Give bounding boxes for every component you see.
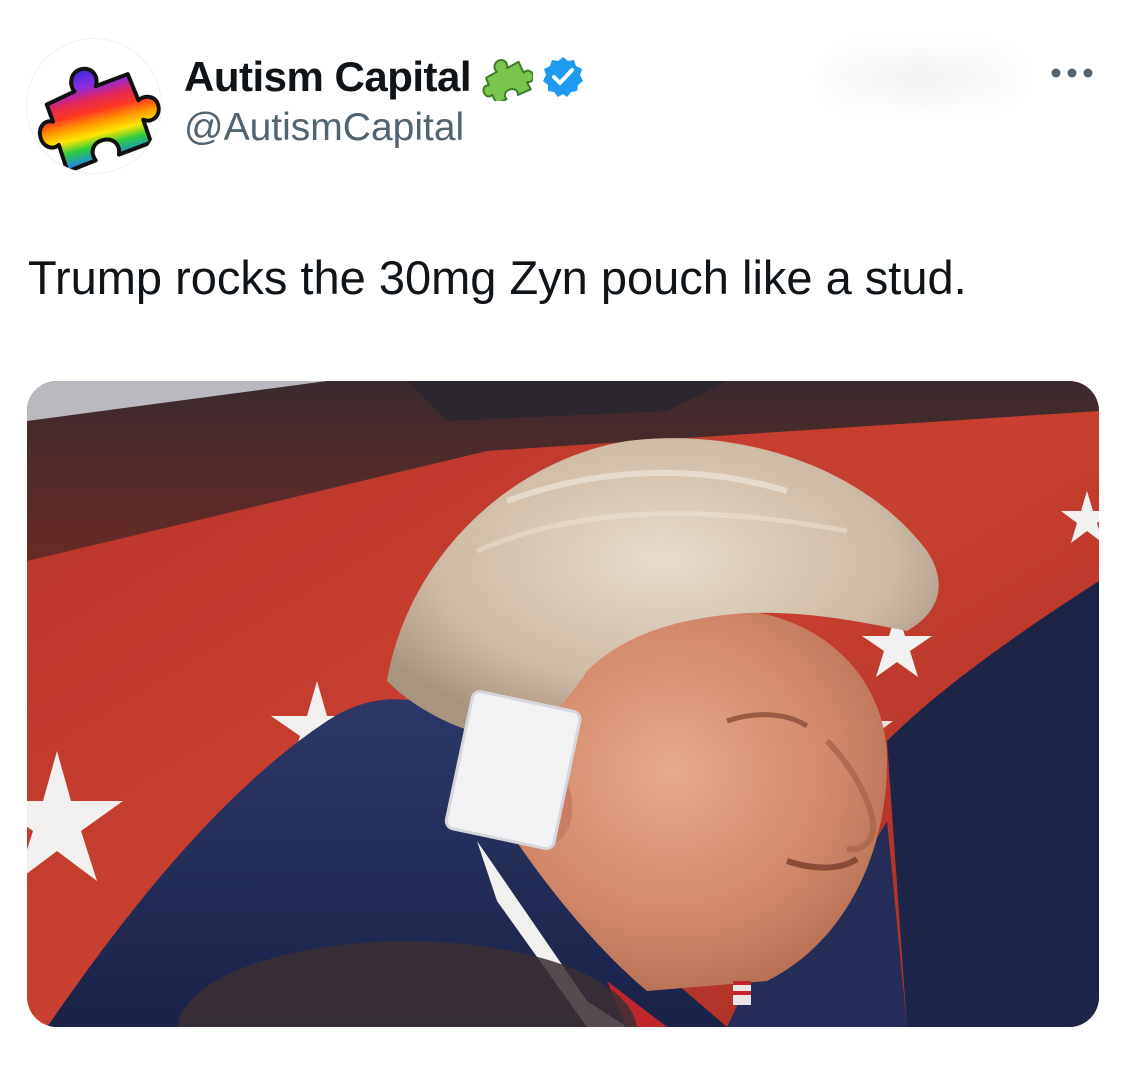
author-handle[interactable]: @AutismCapital bbox=[184, 106, 464, 150]
tweet-text: Trump rocks the 30mg Zyn pouch like a st… bbox=[28, 251, 967, 304]
photo-image bbox=[27, 381, 1099, 1027]
author-name-row: Autism Capital bbox=[184, 50, 585, 104]
verified-badge-icon bbox=[543, 57, 584, 97]
blurred-follow-button bbox=[822, 44, 1022, 110]
more-options-button[interactable] bbox=[1046, 58, 1098, 88]
puzzle-piece-icon bbox=[482, 59, 534, 101]
rainbow-puzzle-piece-icon bbox=[37, 66, 161, 173]
more-options-icon bbox=[1051, 68, 1093, 78]
avatar[interactable] bbox=[26, 38, 162, 174]
author-display-name[interactable]: Autism Capital bbox=[184, 53, 472, 101]
tweet-photo[interactable] bbox=[27, 381, 1099, 1027]
tweet-card: Autism Capital @AutismCapital Trump rock… bbox=[0, 0, 1125, 1083]
